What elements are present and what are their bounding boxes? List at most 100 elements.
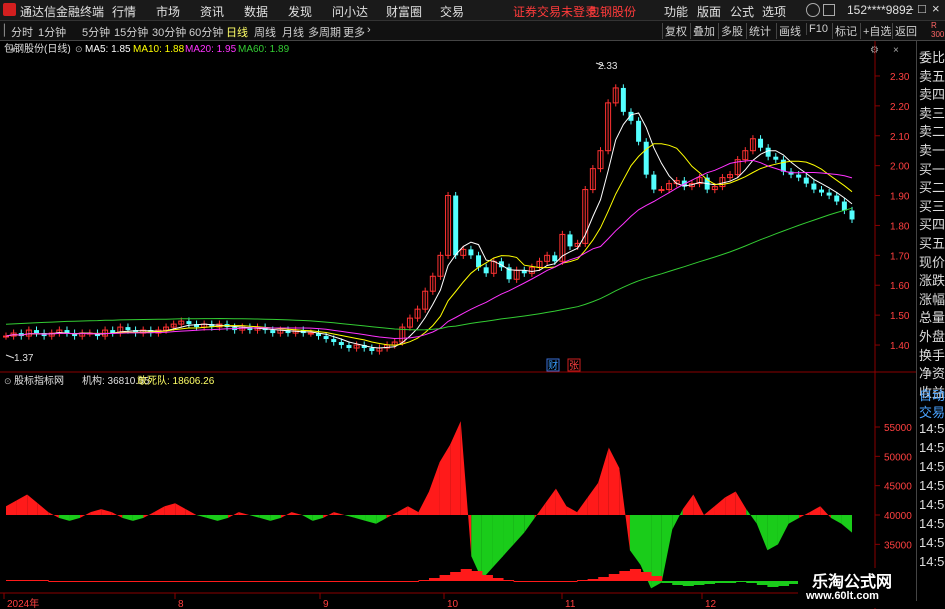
side-item-8[interactable]: 买三 bbox=[919, 196, 945, 215]
menu-bar: 通达信金融终端 行情 市场 资讯 数据 发现 问小达 财富圈 交易 证券交易未登… bbox=[0, 0, 945, 21]
menu-layout[interactable]: 版面 bbox=[697, 3, 721, 20]
side-item-10[interactable]: 买五 bbox=[919, 233, 945, 252]
indicator-positive-area bbox=[439, 444, 451, 515]
side-item-11[interactable]: 现价 bbox=[919, 252, 945, 271]
secondary-indicator-bar bbox=[608, 574, 620, 581]
btn-draw[interactable]: 画线 bbox=[776, 23, 803, 39]
tab-monthly[interactable]: 月线 bbox=[282, 24, 304, 40]
indicator-negative-area bbox=[249, 515, 260, 518]
indicator-positive-area bbox=[820, 506, 831, 518]
tab-intraday[interactable]: 分时 bbox=[11, 24, 33, 40]
login-notice[interactable]: 证券交易未登录 bbox=[513, 3, 597, 20]
y-tick-label: 2.00 bbox=[890, 162, 910, 173]
close-icon[interactable]: × bbox=[932, 1, 940, 16]
user-icon[interactable] bbox=[806, 3, 820, 17]
side-item-6[interactable]: 买一 bbox=[919, 159, 945, 178]
menu-wealth[interactable]: 财富圈 bbox=[386, 3, 422, 20]
menu-formula[interactable]: 公式 bbox=[730, 3, 754, 20]
side-time-1[interactable]: 14:56 bbox=[919, 440, 945, 455]
secondary-indicator-bar bbox=[756, 581, 768, 585]
indicator-positive-area bbox=[27, 494, 38, 515]
indicator-positive-area bbox=[735, 491, 747, 515]
more-chevron-icon[interactable]: › bbox=[367, 24, 371, 36]
side-time-6[interactable]: 14:56 bbox=[919, 535, 945, 550]
side-item-7[interactable]: 买二 bbox=[919, 177, 945, 196]
btn-f10[interactable]: F10 bbox=[806, 23, 830, 35]
side-item-13[interactable]: 涨幅 bbox=[919, 289, 945, 308]
message-icon[interactable] bbox=[823, 4, 835, 16]
secondary-indicator-bar bbox=[725, 581, 737, 583]
tab-daily[interactable]: 日线 bbox=[226, 24, 248, 40]
side-time-2[interactable]: 14:56 bbox=[919, 459, 945, 474]
secondary-indicator-bar bbox=[746, 581, 758, 583]
secondary-indicator-bar bbox=[6, 580, 18, 581]
side-item-15[interactable]: 外盘 bbox=[919, 326, 945, 345]
candlesticks bbox=[3, 84, 855, 355]
side-item-17[interactable]: 净资 bbox=[919, 363, 945, 382]
minimize-icon[interactable]: – bbox=[906, 1, 913, 16]
tab-weekly[interactable]: 周线 bbox=[254, 24, 276, 40]
side-item-12[interactable]: 涨跌 bbox=[919, 270, 945, 289]
tab-15min[interactable]: 15分钟 bbox=[114, 24, 148, 40]
btn-add-watchlist[interactable]: +自选 bbox=[860, 23, 893, 39]
side-time-3[interactable]: 14:56 bbox=[919, 478, 945, 493]
indicator-negative-area bbox=[259, 515, 271, 521]
indicator-positive-area bbox=[555, 488, 567, 515]
menu-options[interactable]: 选项 bbox=[762, 3, 786, 20]
menu-discover[interactable]: 发现 bbox=[288, 3, 312, 20]
moving-averages bbox=[5, 112, 853, 349]
tab-more[interactable]: 更多 bbox=[343, 24, 365, 40]
side-item-3[interactable]: 卖三 bbox=[919, 103, 945, 122]
tab-multi-period[interactable]: 多周期 bbox=[308, 24, 341, 40]
side-item-1[interactable]: 卖五 bbox=[919, 66, 945, 85]
indicator-collapse-icon[interactable]: ⊙ bbox=[4, 376, 12, 386]
high-price-label: 2.33 bbox=[598, 61, 618, 72]
side-item-16[interactable]: 换手 bbox=[919, 345, 945, 364]
indicator-negative-area bbox=[746, 509, 757, 524]
indicator-positive-area bbox=[111, 512, 123, 518]
menu-data[interactable]: 数据 bbox=[244, 3, 268, 20]
side-time-5[interactable]: 14:56 bbox=[919, 516, 945, 531]
stock-link[interactable]: 包钢股份 bbox=[588, 3, 636, 20]
close-panel-icon[interactable]: × bbox=[893, 45, 899, 56]
tab-5min[interactable]: 5分钟 bbox=[82, 24, 110, 40]
side-item-14[interactable]: 总量 bbox=[919, 307, 945, 326]
secondary-indicator-bar bbox=[185, 581, 197, 582]
side-item-2[interactable]: 卖四 bbox=[919, 84, 945, 103]
secondary-indicator-bar bbox=[503, 580, 515, 581]
side-time-4[interactable]: 14:56 bbox=[919, 497, 945, 512]
settings-gear-icon[interactable]: ⚙ bbox=[870, 45, 879, 56]
menu-trade[interactable]: 交易 bbox=[440, 3, 464, 20]
btn-multi-stock[interactable]: 多股 bbox=[718, 23, 745, 39]
tab-60min[interactable]: 60分钟 bbox=[189, 24, 223, 40]
menu-news[interactable]: 资讯 bbox=[200, 3, 224, 20]
side-item-0[interactable]: 委比 bbox=[919, 47, 945, 66]
ma10-line bbox=[5, 143, 853, 346]
side-item-4[interactable]: 卖二 bbox=[919, 121, 945, 140]
btn-mark[interactable]: 标记 bbox=[832, 23, 859, 39]
stock-chart[interactable]: ◂ 包钢股份(日线) ⊙ MA5: 1.85 MA10: 1.88 MA20: … bbox=[0, 41, 916, 609]
collapse-icon[interactable]: ⊙ bbox=[75, 44, 83, 54]
btn-back[interactable]: 返回 bbox=[892, 23, 919, 39]
phone-number[interactable]: 152****9892 bbox=[847, 3, 912, 17]
side-time-0[interactable]: 14:56 bbox=[919, 421, 945, 436]
maximize-icon[interactable]: □ bbox=[918, 1, 926, 16]
btn-overlay[interactable]: 叠加 bbox=[690, 23, 717, 39]
indicator-negative-area bbox=[312, 515, 324, 521]
secondary-indicator-bar bbox=[80, 581, 92, 582]
tab-30min[interactable]: 30分钟 bbox=[152, 24, 186, 40]
secondary-indicator-bar bbox=[111, 581, 123, 582]
secondary-indicator-bar bbox=[280, 581, 293, 582]
btn-stats[interactable]: 统计 bbox=[746, 23, 773, 39]
side-item-9[interactable]: 买四 bbox=[919, 214, 945, 233]
menu-quotes[interactable]: 行情 bbox=[112, 3, 136, 20]
btn-adjust[interactable]: 复权 bbox=[662, 23, 689, 39]
tab-1min[interactable]: 1分钟 bbox=[38, 24, 66, 40]
side-item-5[interactable]: 卖一 bbox=[919, 140, 945, 159]
side-auto-1[interactable]: 交易 bbox=[919, 402, 945, 421]
menu-function[interactable]: 功能 bbox=[664, 3, 688, 20]
candle-body bbox=[186, 321, 192, 325]
menu-ask[interactable]: 问小达 bbox=[332, 3, 368, 20]
menu-market[interactable]: 市场 bbox=[156, 3, 180, 20]
side-time-7[interactable]: 14:56 bbox=[919, 554, 945, 569]
